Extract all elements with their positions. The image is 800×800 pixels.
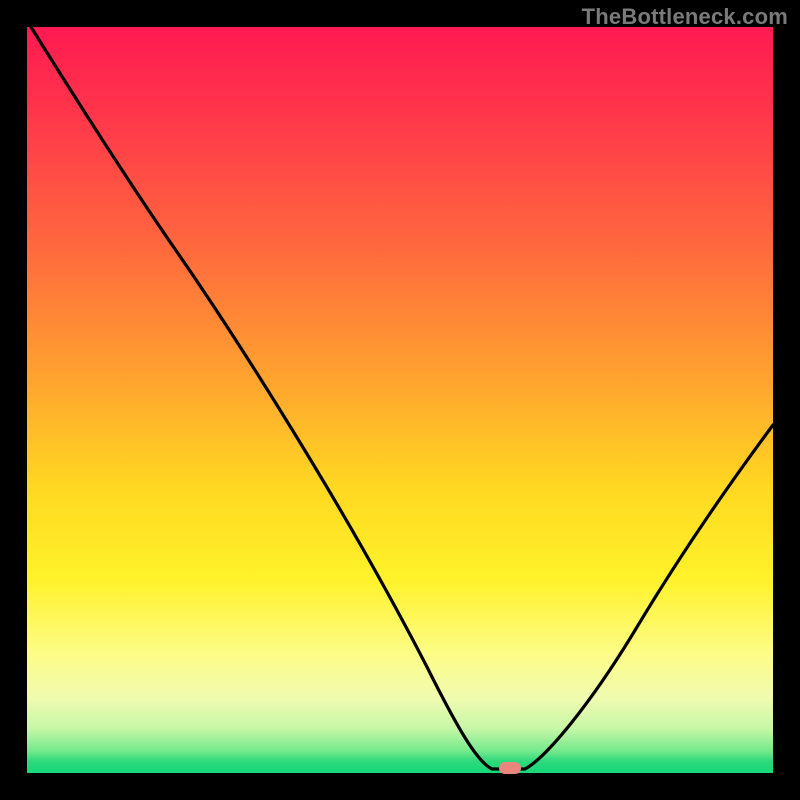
chart-frame: TheBottleneck.com [0, 0, 800, 800]
bottleneck-curve-svg [27, 27, 773, 773]
plot-area [27, 27, 773, 773]
optimal-point-marker [499, 762, 521, 774]
bottleneck-curve [31, 27, 773, 769]
